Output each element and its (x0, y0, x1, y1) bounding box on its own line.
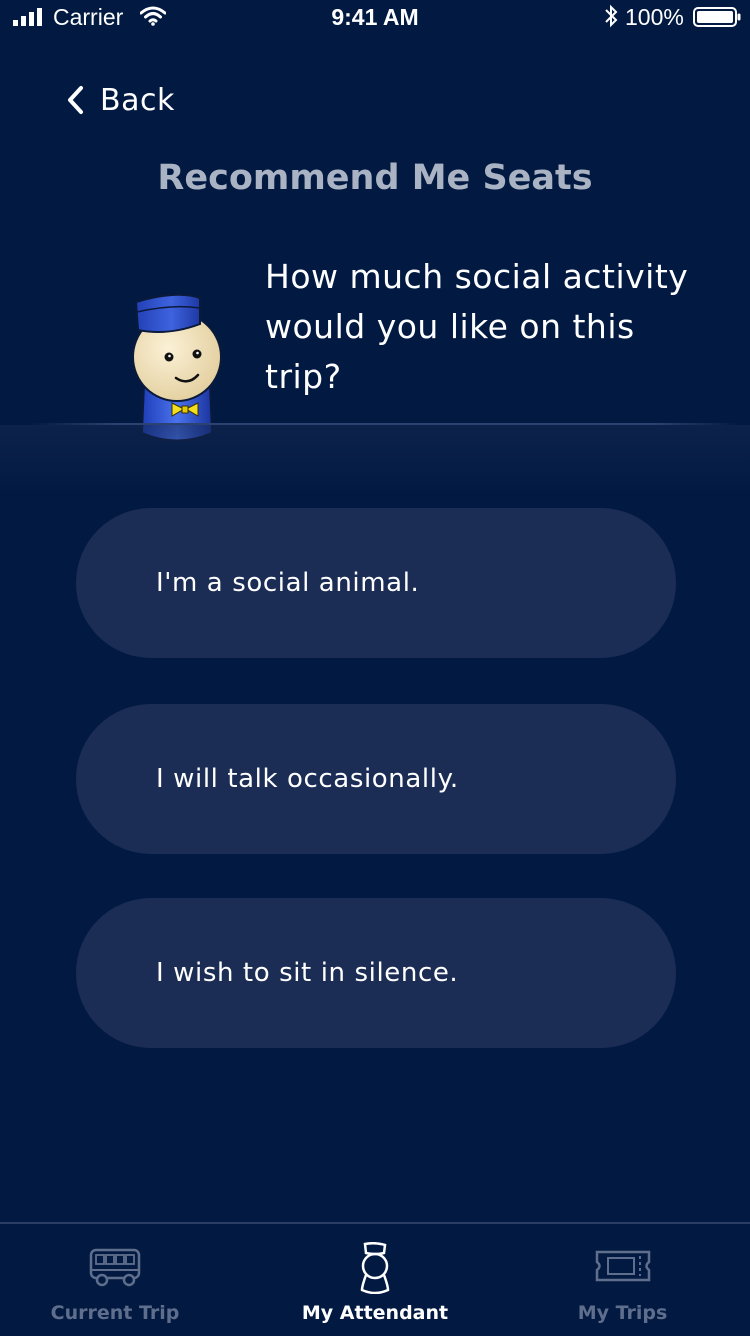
attendant-mascot-image (132, 293, 222, 442)
bus-icon (89, 1248, 141, 1287)
battery-icon (693, 7, 741, 27)
tab-my-trips[interactable]: My Trips (550, 1224, 695, 1336)
option-label: I wish to sit in silence. (156, 958, 459, 988)
option-social-animal[interactable]: I'm a social animal. (76, 508, 676, 658)
bluetooth-icon (605, 4, 618, 28)
battery-percent: 100% (625, 4, 684, 30)
divider (30, 423, 740, 425)
tab-bar: Current Trip My Attendant My Trips (0, 1222, 750, 1336)
question-text: How much social activity would you like … (265, 257, 689, 396)
tab-label: My Attendant (301, 1302, 449, 1324)
ticket-icon (595, 1250, 650, 1282)
back-button[interactable]: Back (66, 80, 175, 120)
back-label: Back (100, 82, 175, 118)
tab-my-attendant[interactable]: My Attendant (290, 1224, 460, 1336)
chevron-left-icon (68, 86, 83, 114)
tab-current-trip[interactable]: Current Trip (40, 1224, 190, 1336)
option-label: I will talk occasionally. (156, 764, 459, 794)
attendant-icon (360, 1242, 390, 1294)
option-label: I'm a social animal. (156, 568, 420, 598)
divider-glow (0, 425, 750, 495)
option-talk-occasionally[interactable]: I will talk occasionally. (76, 704, 676, 854)
status-bar: Carrier 9:41 AM 100% (0, 0, 750, 36)
screen: Carrier 9:41 AM 100% Back Recommend Me S… (0, 0, 750, 1336)
page-title: Recommend Me Seats (157, 158, 593, 198)
option-sit-in-silence[interactable]: I wish to sit in silence. (76, 898, 676, 1048)
tab-label: Current Trip (50, 1302, 180, 1324)
tab-label: My Trips (577, 1302, 668, 1324)
